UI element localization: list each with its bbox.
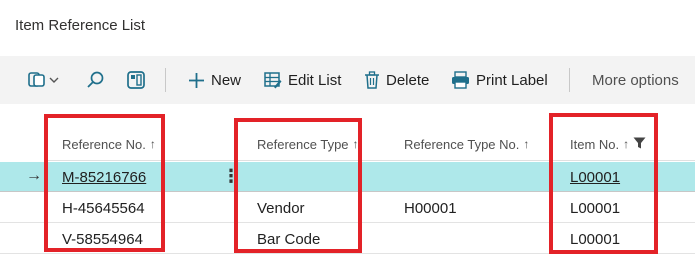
delete-button-label: Delete xyxy=(386,71,430,89)
delete-button[interactable]: Delete xyxy=(364,56,429,104)
column-header-label: Reference Type xyxy=(257,136,349,152)
table-row[interactable]: → M-85216766 ⋮ L00001 xyxy=(0,162,695,192)
page-title: Item Reference List xyxy=(15,17,146,34)
edit-list-icon xyxy=(264,71,282,89)
sort-ascending-icon: ↑ xyxy=(623,137,630,151)
more-options-button[interactable]: More options xyxy=(592,56,679,104)
column-header-label: Reference Type No. xyxy=(404,136,520,152)
header-divider xyxy=(48,160,695,161)
new-button-label: New xyxy=(211,71,242,89)
column-header-reference-type[interactable]: Reference Type ↑ xyxy=(257,132,359,156)
view-toggle-button[interactable] xyxy=(28,56,62,104)
reference-type-no-cell[interactable]: H00001 xyxy=(404,193,457,223)
new-button[interactable]: New xyxy=(188,56,241,104)
sort-ascending-icon: ↑ xyxy=(523,137,530,151)
column-header-item-no[interactable]: Item No. ↑ xyxy=(570,132,646,156)
print-label-button-label: Print Label xyxy=(476,71,548,89)
edit-list-button[interactable]: Edit List xyxy=(264,56,341,104)
column-header-label: Item No. xyxy=(570,136,620,152)
funnel-icon[interactable] xyxy=(633,137,646,152)
row-actions-icon[interactable]: ⋮ xyxy=(222,166,240,186)
edit-list-button-label: Edit List xyxy=(288,71,342,89)
sort-ascending-icon: ↑ xyxy=(352,137,359,151)
trash-icon xyxy=(364,71,380,89)
views-icon xyxy=(28,71,62,89)
sort-ascending-icon: ↑ xyxy=(149,137,156,151)
search-icon xyxy=(86,70,106,90)
toolbar-divider xyxy=(165,68,166,92)
reference-no-cell[interactable]: M-85216766 xyxy=(62,162,146,192)
print-label-button[interactable]: Print Label xyxy=(451,56,548,104)
plus-icon xyxy=(188,72,205,89)
reference-no-cell[interactable]: H-45645564 xyxy=(62,193,145,223)
toolbar-divider xyxy=(569,68,570,92)
action-bar: New Edit List Delete Print Label More op… xyxy=(0,56,695,104)
column-header-reference-no[interactable]: Reference No. ↑ xyxy=(62,132,156,156)
reference-no-cell[interactable]: V-58554964 xyxy=(62,224,143,254)
column-header-reference-type-no[interactable]: Reference Type No. ↑ xyxy=(404,132,529,156)
more-options-label: More options xyxy=(592,71,679,89)
printer-icon xyxy=(451,71,470,89)
table-row[interactable]: H-45645564 Vendor H00001 L00001 xyxy=(0,193,695,223)
current-row-arrow-icon: → xyxy=(26,167,42,184)
table-row[interactable]: V-58554964 Bar Code L00001 xyxy=(0,224,695,254)
column-header-label: Reference No. xyxy=(62,136,146,152)
item-no-cell[interactable]: L00001 xyxy=(570,162,620,192)
reference-type-cell[interactable]: Vendor xyxy=(257,193,305,223)
item-no-cell[interactable]: L00001 xyxy=(570,193,620,223)
search-button[interactable] xyxy=(86,56,106,104)
reference-type-cell[interactable]: Bar Code xyxy=(257,224,320,254)
item-reference-grid: Reference No. ↑ Reference Type ↑ Referen… xyxy=(0,104,695,270)
filter-pane-icon xyxy=(126,70,146,90)
filter-pane-button[interactable] xyxy=(126,56,146,104)
item-no-cell[interactable]: L00001 xyxy=(570,224,620,254)
